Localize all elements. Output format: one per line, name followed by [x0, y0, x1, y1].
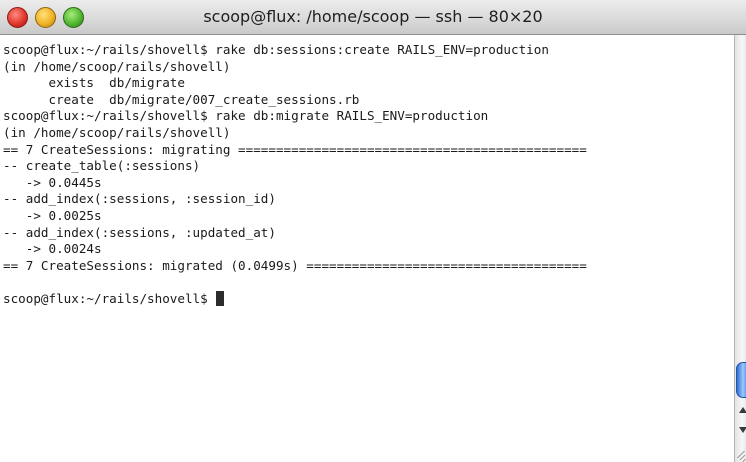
terminal-line: create db/migrate/007_create_sessions.rb — [3, 91, 360, 107]
terminal-line: -> 0.0445s — [3, 174, 102, 190]
terminal-line: -- add_index(:sessions, :session_id) — [3, 191, 276, 207]
terminal-line: -> 0.0025s — [3, 207, 102, 223]
terminal-line: (in /home/scoop/rails/shovell) — [3, 124, 231, 140]
title-bar[interactable]: scoop@flux: /home/scoop — ssh — 80×20 — [0, 0, 746, 35]
terminal-line: scoop@flux:~/rails/shovell$ rake db:sess… — [3, 42, 549, 57]
prompt-text: scoop@flux:~/rails/shovell$ — [3, 290, 216, 306]
scrollbar-thumb[interactable] — [736, 362, 746, 398]
window-title: scoop@flux: /home/scoop — ssh — 80×20 — [203, 7, 543, 26]
terminal-output[interactable]: scoop@flux:~/rails/shovell$ rake db:sess… — [0, 35, 734, 462]
terminal-line: scoop@flux:~/rails/shovell$ rake db:migr… — [3, 108, 489, 124]
terminal-line: == 7 CreateSessions: migrated (0.0499s) … — [3, 257, 587, 273]
resize-grip-icon[interactable] — [734, 440, 746, 462]
terminal-line: == 7 CreateSessions: migrating =========… — [3, 141, 587, 157]
terminal-lines: scoop@flux:~/rails/shovell$ rake db:sess… — [3, 42, 587, 308]
text-cursor — [216, 290, 225, 306]
scroll-down-arrow-icon[interactable] — [739, 427, 746, 433]
prompt-line: scoop@flux:~/rails/shovell$ — [3, 290, 587, 308]
terminal-window: scoop@flux: /home/scoop — ssh — 80×20 sc… — [0, 0, 746, 462]
scroll-up-arrow-icon[interactable] — [739, 407, 746, 413]
terminal-line: -- add_index(:sessions, :updated_at) — [3, 224, 276, 240]
terminal-line: -- create_table(:sessions) — [3, 158, 201, 174]
vertical-scrollbar[interactable] — [734, 35, 746, 462]
terminal-line: -> 0.0024s — [3, 241, 102, 257]
terminal-line: exists db/migrate — [3, 75, 185, 91]
terminal-line: (in /home/scoop/rails/shovell) — [3, 58, 231, 74]
